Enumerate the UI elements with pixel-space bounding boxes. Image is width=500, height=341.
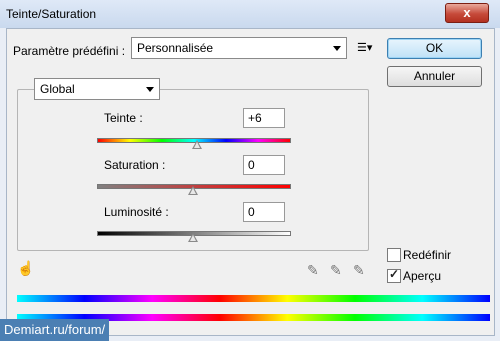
chevron-down-icon	[146, 87, 154, 92]
preview-checkbox[interactable]	[387, 267, 401, 283]
hue-input[interactable]: +6	[243, 108, 285, 128]
lightness-slider-thumb[interactable]	[188, 233, 198, 242]
cancel-button[interactable]: Annuler	[387, 66, 482, 87]
hue-label: Teinte :	[104, 111, 143, 125]
channel-value: Global	[40, 82, 75, 96]
close-button[interactable]: x	[445, 3, 489, 23]
channel-dropdown[interactable]: Global	[34, 78, 160, 100]
lightness-input[interactable]: 0	[243, 202, 285, 222]
preset-label: Paramètre prédéfini :	[13, 44, 126, 58]
dialog-body: Paramètre prédéfini : Personnalisée ☰▾ O…	[6, 28, 495, 336]
preset-value: Personnalisée	[137, 41, 214, 55]
hue-slider-thumb[interactable]	[191, 140, 202, 149]
saturation-slider-thumb[interactable]	[188, 186, 198, 195]
colorize-checkbox[interactable]	[387, 248, 401, 262]
eyedropper-plus-icon[interactable]: ✎	[330, 262, 342, 279]
preset-dropdown[interactable]: Personnalisée	[131, 37, 347, 59]
chevron-down-icon	[333, 46, 341, 51]
window-title: Teinte/Saturation	[6, 7, 97, 21]
hue-saturation-dialog: Teinte/Saturation x Paramètre prédéfini …	[0, 0, 500, 341]
eyedropper-icon[interactable]: ✎	[307, 262, 319, 279]
colorize-label: Redéfinir	[403, 248, 452, 262]
lightness-label: Luminosité :	[104, 205, 169, 219]
saturation-input[interactable]: 0	[243, 155, 285, 175]
watermark: Demiart.ru/forum/	[0, 319, 110, 341]
eyedropper-minus-icon[interactable]: ✎	[353, 262, 365, 279]
adjustment-group	[17, 89, 369, 251]
ok-button[interactable]: OK	[387, 38, 482, 59]
saturation-label: Saturation :	[104, 158, 166, 172]
target-adjust-icon[interactable]: ☝	[17, 260, 34, 277]
preview-label: Aperçu	[403, 269, 442, 283]
list-menu-icon[interactable]: ☰▾	[357, 42, 372, 54]
input-spectrum-bar	[17, 295, 490, 302]
title-bar: Teinte/Saturation x	[0, 0, 500, 28]
